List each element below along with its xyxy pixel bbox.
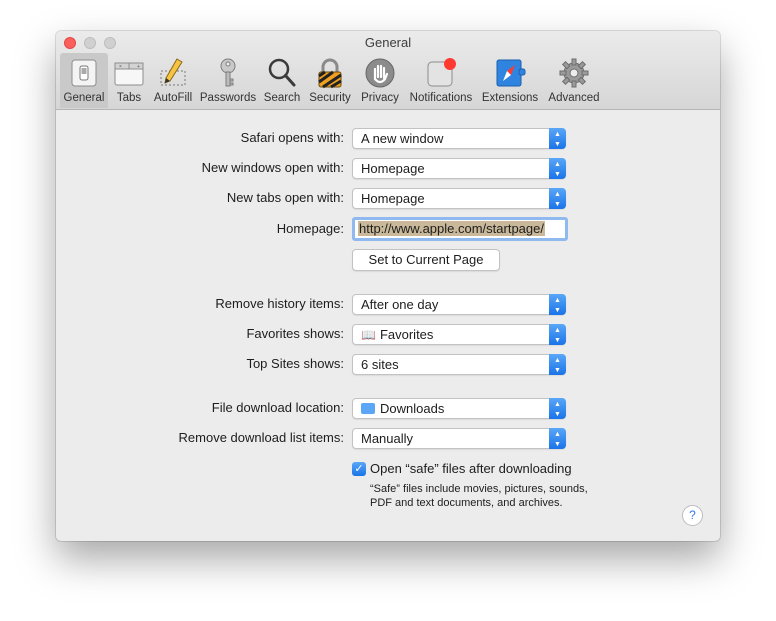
preferences-window: General General × + Tabs AutoFill Passwo… <box>56 31 720 541</box>
autofill-pencil-icon <box>160 58 186 86</box>
tab-security[interactable]: Security <box>304 53 356 108</box>
new-windows-popup[interactable]: Homepage ▲ ▼ <box>352 158 566 179</box>
download-location-popup[interactable]: Downloads ▲ ▼ <box>352 398 566 419</box>
tab-label: Advanced <box>548 92 600 104</box>
popup-value: Homepage <box>361 191 425 206</box>
favorites-shows-label: Favorites shows: <box>246 326 344 341</box>
toolbar: General General × + Tabs AutoFill Passwo… <box>56 31 720 110</box>
chevron-updown-icon: ▲ ▼ <box>549 398 566 419</box>
tab-label: General <box>63 92 105 104</box>
folder-icon <box>361 403 375 414</box>
tab-label: Passwords <box>199 92 257 104</box>
top-sites-popup[interactable]: 6 sites ▲ ▼ <box>352 354 566 375</box>
new-windows-label: New windows open with: <box>201 160 344 175</box>
gear-icon <box>559 58 589 88</box>
popup-value: A new window <box>361 131 444 146</box>
key-icon <box>220 58 236 87</box>
tab-advanced[interactable]: Advanced <box>542 53 606 108</box>
chevron-updown-icon: ▲ ▼ <box>549 294 566 315</box>
tab-autofill[interactable]: AutoFill <box>150 53 196 108</box>
homepage-field[interactable]: http://www.apple.com/startpage/ <box>352 217 568 241</box>
tab-privacy[interactable]: Privacy <box>356 53 404 108</box>
compass-icon <box>496 59 526 87</box>
popup-value: 6 sites <box>361 357 399 372</box>
remove-history-popup[interactable]: After one day ▲ ▼ <box>352 294 566 315</box>
remove-download-label: Remove download list items: <box>178 430 344 445</box>
help-button[interactable]: ? <box>682 505 703 526</box>
tab-label: Search <box>263 92 301 104</box>
chevron-updown-icon: ▲ ▼ <box>549 428 566 449</box>
set-current-page-button[interactable]: Set to Current Page <box>352 249 500 271</box>
hand-icon <box>365 58 395 88</box>
tab-label: AutoFill <box>153 92 193 104</box>
open-safe-files-label: Open “safe” files after downloading <box>370 461 572 476</box>
tab-label: Tabs <box>116 92 142 104</box>
tab-extensions[interactable]: Extensions <box>478 53 542 108</box>
magnifier-icon <box>268 58 296 87</box>
notification-badge-icon <box>427 58 456 87</box>
popup-value: Homepage <box>361 161 425 176</box>
book-icon: 📖 <box>361 328 376 342</box>
tab-general[interactable]: General <box>60 53 108 108</box>
chevron-updown-icon: ▲ ▼ <box>549 158 566 179</box>
chevron-updown-icon: ▲ ▼ <box>549 324 566 345</box>
popup-value-wrap: Downloads <box>361 401 444 416</box>
safari-opens-with-popup[interactable]: A new window ▲ ▼ <box>352 128 566 149</box>
favorites-shows-popup[interactable]: 📖 Favorites ▲ ▼ <box>352 324 566 345</box>
download-location-label: File download location: <box>211 400 344 415</box>
general-settings-pane: Safari opens with: A new window ▲ ▼ New w… <box>56 110 720 541</box>
popup-value: Manually <box>361 431 414 446</box>
tab-label: Notifications <box>409 92 473 104</box>
remove-download-popup[interactable]: Manually ▲ ▼ <box>352 428 566 449</box>
tab-label: Security <box>309 92 351 104</box>
chevron-updown-icon: ▲ ▼ <box>549 128 566 149</box>
popup-value: After one day <box>361 297 439 312</box>
svg-text:+: + <box>137 64 140 70</box>
safari-opens-with-label: Safari opens with: <box>240 130 344 145</box>
popup-value: Downloads <box>380 401 445 416</box>
open-safe-files-checkbox[interactable]: ✓ <box>352 462 366 476</box>
homepage-value: http://www.apple.com/startpage/ <box>358 221 545 236</box>
tab-tabs[interactable]: × + Tabs <box>108 53 150 108</box>
safe-files-note: “Safe” files include movies, pictures, s… <box>370 483 588 509</box>
tab-search[interactable]: Search <box>260 53 304 108</box>
tab-notifications[interactable]: Notifications <box>404 53 478 108</box>
popup-value-wrap: 📖 Favorites <box>361 327 433 342</box>
chevron-updown-icon: ▲ ▼ <box>549 354 566 375</box>
chevron-updown-icon: ▲ ▼ <box>549 188 566 209</box>
new-tabs-label: New tabs open with: <box>226 190 344 205</box>
top-sites-label: Top Sites shows: <box>246 356 344 371</box>
new-tabs-popup[interactable]: Homepage ▲ ▼ <box>352 188 566 209</box>
tab-label: Extensions <box>481 92 539 104</box>
homepage-label: Homepage: <box>276 221 344 236</box>
remove-history-label: Remove history items: <box>215 296 344 311</box>
tab-label: Privacy <box>361 92 399 104</box>
tabs-icon: × + <box>114 62 144 86</box>
svg-text:×: × <box>119 64 122 70</box>
tab-passwords[interactable]: Passwords <box>196 53 260 108</box>
general-switch-icon <box>71 59 97 87</box>
popup-value: Favorites <box>379 327 434 342</box>
padlock-icon <box>318 58 342 89</box>
window-title: General <box>364 35 412 50</box>
